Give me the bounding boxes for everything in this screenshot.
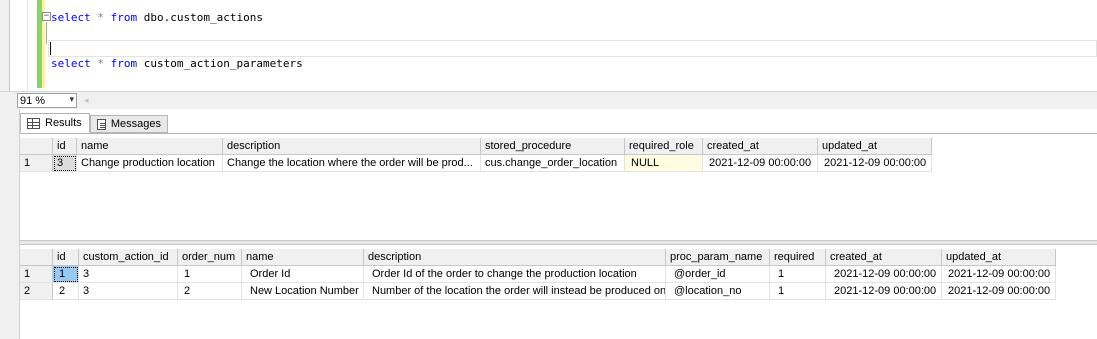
grid-icon: [27, 117, 40, 129]
column-header[interactable]: stored_procedure: [481, 138, 625, 155]
grid-cell[interactable]: 3: [79, 283, 178, 300]
query-editor[interactable]: − select * from dbo.custom_actions selec…: [0, 0, 1097, 91]
column-header[interactable]: id: [53, 249, 79, 266]
text-caret: [50, 42, 51, 55]
grid-cell[interactable]: 2021-12-09 00:00:00: [826, 266, 942, 283]
grid-cell-selected[interactable]: 3: [53, 155, 77, 172]
grid-cell[interactable]: @order_id: [666, 266, 770, 283]
column-header[interactable]: proc_param_name: [666, 249, 770, 266]
column-header[interactable]: description: [223, 138, 481, 155]
operator-star: *: [97, 57, 104, 70]
grid-corner[interactable]: [20, 249, 53, 266]
tab-messages[interactable]: Messages: [90, 115, 168, 133]
column-header[interactable]: created_at: [703, 138, 818, 155]
current-line-highlight: [48, 40, 1097, 57]
tab-results[interactable]: Results: [20, 113, 90, 133]
editor-gutter: [10, 0, 28, 91]
tab-messages-label: Messages: [110, 118, 161, 130]
column-header[interactable]: id: [53, 138, 77, 155]
fold-guide-line: [46, 22, 47, 44]
grid-corner[interactable]: [20, 138, 53, 155]
column-header[interactable]: custom_action_id: [79, 249, 178, 266]
operator-star: *: [97, 11, 104, 24]
grid-cell[interactable]: @location_no: [666, 283, 770, 300]
column-header[interactable]: order_num: [178, 249, 242, 266]
grid-cell[interactable]: 1: [770, 266, 826, 283]
keyword-select: select: [51, 11, 91, 24]
column-header[interactable]: required_role: [625, 138, 703, 155]
chevron-down-icon[interactable]: ▾: [69, 94, 74, 105]
grid-cell[interactable]: 2021-12-09 00:00:00: [942, 283, 1056, 300]
keyword-from: from: [110, 11, 138, 24]
editor-margin: [0, 0, 10, 91]
results-pane-1[interactable]: id name description stored_procedure req…: [20, 133, 1097, 240]
grid-cell[interactable]: 2021-12-09 00:00:00: [826, 283, 942, 300]
table-name: custom_action_parameters: [143, 57, 303, 70]
results-left-gutter: [0, 109, 20, 339]
editor-status-strip: 91 % ▾ ◂: [0, 91, 1097, 109]
grid-cell[interactable]: 2021-12-09 00:00:00: [818, 155, 932, 172]
grid-cell-null[interactable]: NULL: [625, 155, 703, 172]
code-line-1[interactable]: select * from dbo.custom_actions: [51, 11, 263, 24]
column-header[interactable]: description: [364, 249, 666, 266]
collapse-region-icon[interactable]: −: [42, 12, 51, 21]
grid-cell[interactable]: Order Id: [242, 266, 364, 283]
tab-results-label: Results: [45, 117, 82, 129]
grid-cell[interactable]: cus.change_order_location: [481, 155, 625, 172]
grid-cell[interactable]: 1: [178, 266, 242, 283]
grid-cell[interactable]: Change the location where the order will…: [223, 155, 481, 172]
column-header[interactable]: updated_at: [818, 138, 932, 155]
grid-cell[interactable]: Change production location: [77, 155, 223, 172]
column-header[interactable]: name: [77, 138, 223, 155]
keyword-select: select: [51, 57, 91, 70]
grid-cell[interactable]: New Location Number: [242, 283, 364, 300]
grid-cell[interactable]: 2021-12-09 00:00:00: [942, 266, 1056, 283]
zoom-dropdown[interactable]: 91 % ▾: [17, 93, 77, 108]
column-header[interactable]: created_at: [826, 249, 942, 266]
grid-cell[interactable]: 2: [53, 283, 79, 300]
results-pane-2[interactable]: id custom_action_id order_num name descr…: [20, 245, 1097, 339]
code-line-3[interactable]: select * from custom_action_parameters: [51, 57, 303, 70]
column-header[interactable]: updated_at: [942, 249, 1056, 266]
scroll-left-icon[interactable]: ◂: [84, 95, 89, 106]
grid-cell[interactable]: 1: [770, 283, 826, 300]
messages-icon: [97, 118, 106, 130]
row-number[interactable]: 2: [20, 283, 53, 300]
zoom-value: 91 %: [20, 95, 46, 107]
grid-cell[interactable]: Order Id of the order to change the prod…: [364, 266, 666, 283]
column-header[interactable]: required: [770, 249, 826, 266]
row-number[interactable]: 1: [20, 266, 53, 283]
row-number[interactable]: 1: [20, 155, 53, 172]
column-header[interactable]: name: [242, 249, 364, 266]
grid-cell-selected[interactable]: 1: [53, 266, 79, 283]
grid-cell[interactable]: 3: [79, 266, 178, 283]
table-name: dbo.custom_actions: [143, 11, 263, 24]
keyword-from: from: [110, 57, 138, 70]
grid-cell[interactable]: 2: [178, 283, 242, 300]
grid-cell[interactable]: 2021-12-09 00:00:00: [703, 155, 818, 172]
grid-cell[interactable]: Number of the location the order will in…: [364, 283, 666, 300]
